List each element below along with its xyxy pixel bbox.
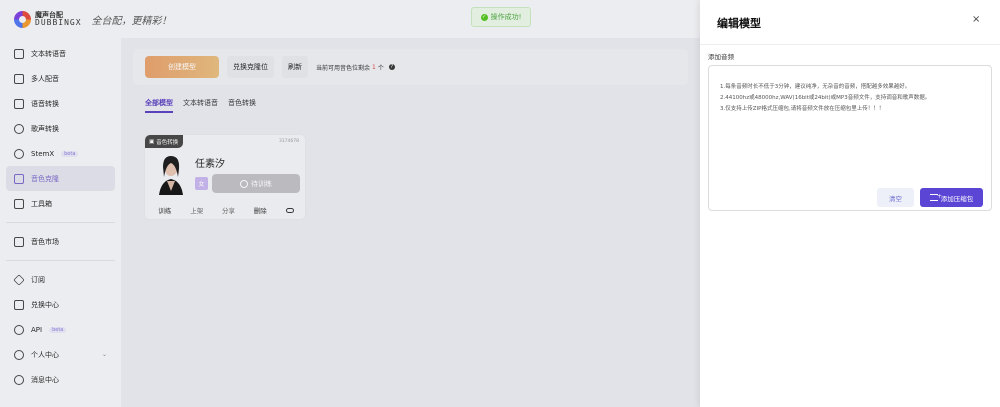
bell-icon [14,374,24,385]
card-actions: 训练 上架 分享 删除 [145,200,307,220]
upload-note: 2.44100hz或48000hz,WAV(16bit或24bit)或MP3音频… [720,95,931,101]
sidebar-item-voice-market[interactable]: 音色市场 [6,229,115,254]
gift-icon [14,299,24,310]
clone-icon [14,173,24,184]
model-id: 3174678 [278,139,299,144]
slogan: 全台配，更精彩！ [91,15,172,27]
api-icon [14,324,24,335]
sidebar-item-redeem[interactable]: 兑换中心 [6,292,115,317]
sidebar-divider [6,222,115,223]
train-button[interactable]: 训练 [158,205,171,215]
tab-voice-convert[interactable]: 音色转换 [228,98,256,113]
sidebar-item-label: 语音转换 [31,99,59,108]
upload-note: 1.每条音频时长不低于3分钟，建议纯净，无杂音的音频，搭配越多效果越好。 [720,84,911,90]
main-content: 创建模型 兑换克隆位 刷新 当前可用音色位剩余 1 个 ? 全部模型 文本转语音… [121,38,700,407]
drawer-title: 编辑模型 [717,17,761,30]
sidebar-item-label: 多人配音 [31,74,59,83]
toolbox-icon [14,198,24,209]
add-file-icon [929,193,942,201]
stem-icon [14,148,24,159]
info-icon[interactable]: ? [388,64,395,70]
diamond-icon [13,273,25,286]
train-status-label: 待训练 [251,179,272,188]
beta-badge: beta [49,326,67,333]
sidebar-item-label: 兑换中心 [31,300,59,309]
success-toast: ✓ 操作成功! [471,7,531,27]
sidebar-item-label: 音色克隆 [31,174,59,183]
add-audio-label: 添加音频 [708,53,734,61]
sidebar-divider [6,260,115,261]
logo[interactable]: 魔声台配 DUBBINGX [14,10,82,28]
close-icon[interactable]: × [972,14,980,25]
action-bar: 创建模型 兑换克隆位 刷新 当前可用音色位剩余 1 个 ? [133,49,688,85]
add-zip-button[interactable]: 添加压缩包 [920,188,983,207]
logo-mark-icon [14,10,31,28]
avatar [151,151,191,195]
link-icon[interactable] [285,207,294,213]
doc-icon [14,73,24,84]
audio-upload-area[interactable]: 1.每条音频时长不低于3分钟，建议纯净，无杂音的音频，搭配越多效果越好。 2.4… [708,65,992,211]
beta-badge: beta [61,150,79,157]
share-button[interactable]: 分享 [222,205,235,215]
logo-en-text: DUBBINGX [35,17,82,27]
clock-icon [240,179,248,188]
create-model-button[interactable]: 创建模型 [145,56,219,78]
sidebar-item-singing-convert[interactable]: 歌声转换 [6,116,115,141]
sidebar-item-multi-dubbing[interactable]: 多人配音 [6,66,115,91]
drawer-divider [700,44,1000,45]
delete-button[interactable]: 删除 [254,205,267,215]
sidebar: 文本转语音 多人配音 语音转换 歌声转换 StemX beta 音色克隆 工具箱… [0,38,121,407]
train-status-button[interactable]: 待训练 [212,174,300,193]
user-icon [14,349,24,360]
add-zip-label: 添加压缩包 [940,194,974,203]
sidebar-item-label: 消息中心 [31,375,59,384]
gender-tag: 女 [195,177,208,190]
edit-model-drawer: 编辑模型 × 添加音频 1.每条音频时长不低于3分钟，建议纯净，无杂音的音频，搭… [700,0,1000,407]
sidebar-item-label: 歌声转换 [31,124,59,133]
sidebar-item-stemx[interactable]: StemX beta [6,141,115,166]
upload-note: 3.仅支持上传ZIP格式压缩包,请将音频文件放在压缩包里上传！！！ [720,106,885,112]
sidebar-item-label: 音色市场 [31,237,59,246]
music-icon [14,123,24,134]
sidebar-item-label: API [31,325,43,334]
chevron-down-icon: ⌄ [101,351,107,358]
doc-icon [14,48,24,59]
quota-label: 当前可用音色位剩余 [316,64,371,72]
tab-all-models[interactable]: 全部模型 [145,98,173,113]
clear-button[interactable]: 清空 [877,188,914,207]
convert-icon: ▣ [149,138,155,145]
refresh-button[interactable]: 刷新 [282,56,308,78]
publish-button[interactable]: 上架 [190,205,203,215]
sidebar-item-voice-clone[interactable]: 音色克隆 [6,166,115,191]
model-card[interactable]: ▣ 音色转换 3174678 任素汐 女 待训练 训练 上架 分享 删除 [144,134,306,220]
model-type-label: 音色转换 [156,139,179,146]
sidebar-item-tts[interactable]: 文本转语音 [6,41,115,66]
sidebar-item-label: 订阅 [31,275,45,284]
quota-count: 1 [372,63,376,71]
sidebar-item-label: StemX [31,149,55,158]
store-icon [14,236,24,247]
sidebar-item-voice-convert[interactable]: 语音转换 [6,91,115,116]
sidebar-item-api[interactable]: API beta [6,317,115,342]
sidebar-item-profile[interactable]: 个人中心 ⌄ [6,342,115,367]
quota-unit: 个 [377,64,384,72]
model-type-badge: ▣ 音色转换 [145,135,184,148]
model-tabs: 全部模型 文本转语音 音色转换 [145,98,256,113]
sidebar-item-toolbox[interactable]: 工具箱 [6,191,115,216]
toast-text: 操作成功! [490,13,522,21]
sidebar-item-subscribe[interactable]: 订阅 [6,267,115,292]
upload-notes: 1.每条音频时长不低于3分钟，建议纯净，无杂音的音频，搭配越多效果越好。 2.4… [720,82,930,115]
tab-tts[interactable]: 文本转语音 [183,98,218,113]
sidebar-item-label: 个人中心 [31,350,59,359]
check-circle-icon: ✓ [480,13,488,21]
sidebar-item-label: 文本转语音 [31,49,66,58]
sidebar-item-label: 工具箱 [31,199,52,208]
model-name: 任素汐 [195,159,225,170]
redeem-slot-button[interactable]: 兑换克隆位 [227,56,274,78]
convert-icon [14,98,24,109]
quota-text: 当前可用音色位剩余 1 个 ? [316,63,395,72]
sidebar-item-messages[interactable]: 消息中心 [6,367,115,392]
